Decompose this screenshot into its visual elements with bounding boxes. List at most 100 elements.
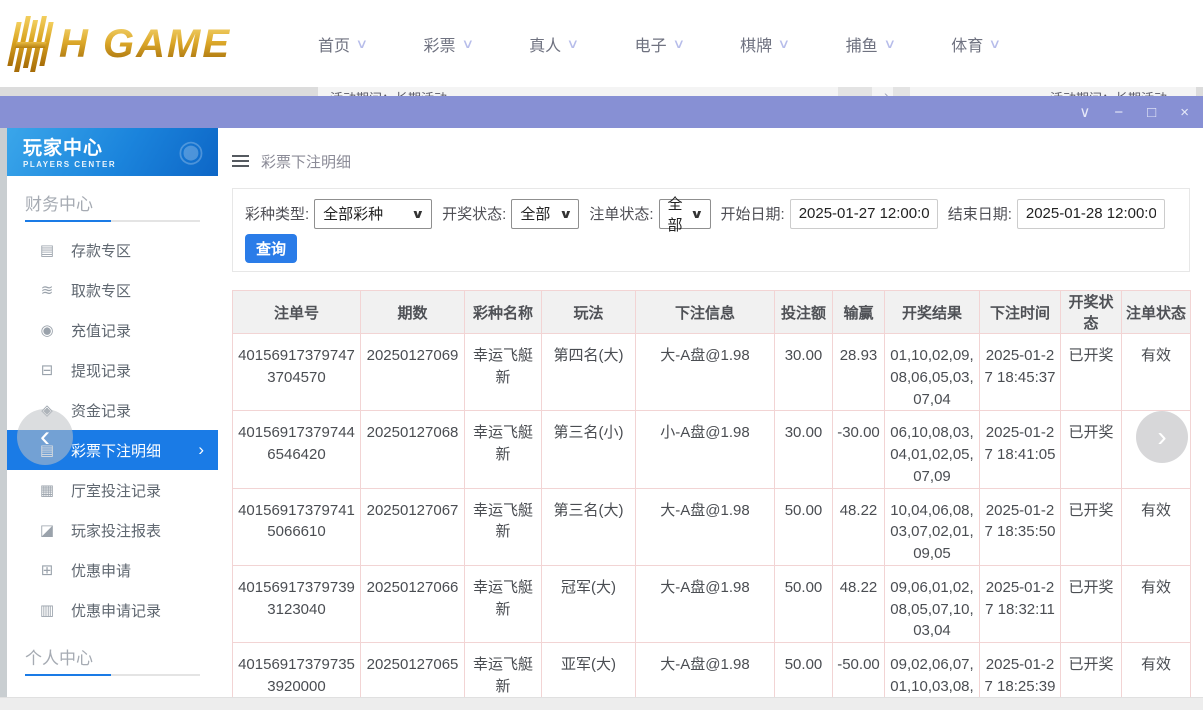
table-cell: 28.93 [833, 334, 885, 411]
maximize-button[interactable]: □ [1147, 105, 1156, 120]
sidebar-item-promo-apply-record[interactable]: ▥优惠申请记录 [7, 590, 218, 630]
table-cell: 已开奖 [1061, 643, 1122, 698]
sidebar-item-label: 优惠申请 [71, 560, 131, 581]
section-underline [25, 220, 200, 222]
table-cell: 48.22 [833, 488, 885, 565]
order-status-select[interactable]: 全部 ∨ [659, 199, 711, 229]
nav-item-7[interactable]: 体育∨ [951, 32, 1000, 56]
chevron-down-icon: ∨ [989, 36, 1002, 52]
breadcrumb: 彩票下注明细 [232, 148, 1203, 174]
sidebar-header: 玩家中心 PLAYERS CENTER ◉ [7, 128, 218, 176]
table-cell: -30.00 [833, 411, 885, 488]
player-bet-report-icon: ◪ [37, 521, 57, 539]
withdraw-hand-icon: ≋ [37, 281, 57, 299]
draw-status-value: 全部 [520, 203, 550, 224]
main-content: 彩票下注明细 彩种类型: 全部彩种 ∨ 开奖状态: 全部 ∨ 注单状态: 全部 … [218, 128, 1203, 697]
sidebar-item-promo-apply[interactable]: ⊞优惠申请 [7, 550, 218, 590]
column-header: 开奖状态 [1061, 291, 1122, 334]
table-cell: 幸运飞艇新 [465, 488, 542, 565]
column-header: 开奖结果 [885, 291, 980, 334]
table-cell: 401569173797393123040 [233, 565, 361, 642]
collapse-button[interactable]: ∨ [1079, 105, 1090, 120]
nav-item-1[interactable]: 首页 ∨ [318, 32, 367, 56]
sidebar-item-label: 资金记录 [71, 400, 131, 421]
nav-item-3[interactable]: 真人 ∨ [529, 32, 578, 56]
top-bar: H GAME 首页∨彩票∨真人∨电子∨棋牌∨捕鱼∨体育∨ [0, 0, 1203, 87]
sidebar-section-title: 个人中心 [25, 644, 218, 668]
close-button[interactable]: × [1180, 105, 1189, 120]
chevron-down-icon: ∨ [355, 36, 368, 52]
sidebar-item-deposit-card[interactable]: ▤ 存款专区 [7, 230, 218, 270]
table-cell: 01,10,02,09,08,06,05,03,07,04 [885, 334, 980, 411]
minimize-button[interactable]: − [1114, 105, 1123, 120]
sidebar-item-player-bet-report[interactable]: ◪玩家投注报表 [7, 510, 218, 550]
lottery-type-label: 彩种类型: [245, 203, 309, 224]
nav-item-label: 首页 [318, 32, 350, 56]
table-cell: 有效 [1122, 334, 1191, 411]
sidebar-item-message-notice[interactable]: ●消息公告 [7, 684, 218, 697]
order-status-value: 全部 [668, 193, 692, 235]
table-cell: 有效 [1122, 488, 1191, 565]
table-cell: 幸运飞艇新 [465, 565, 542, 642]
nav-item-label: 真人 [529, 32, 561, 56]
deposit-card-icon: ▤ [37, 241, 57, 259]
menu-hamburger-icon[interactable] [232, 155, 249, 167]
table-cell: 已开奖 [1061, 334, 1122, 411]
bet-detail-table: 注单号期数彩种名称玩法下注信息投注额输赢开奖结果下注时间开奖状态注单状态 401… [232, 290, 1191, 697]
filter-row: 彩种类型: 全部彩种 ∨ 开奖状态: 全部 ∨ 注单状态: 全部 ∨ 开始日期:… [245, 198, 1177, 229]
logo-bars-icon [6, 16, 55, 72]
carousel-prev-button[interactable]: ‹ [17, 409, 73, 465]
nav-item-5[interactable]: 棋牌∨ [740, 32, 789, 56]
lottery-type-select[interactable]: 全部彩种 ∨ [314, 199, 432, 229]
nav-item-4[interactable]: 电子∨ [635, 32, 684, 56]
carousel-next-button[interactable]: › [1136, 411, 1188, 463]
end-date-input[interactable] [1017, 199, 1165, 229]
main-nav: 首页∨彩票∨真人∨电子∨棋牌∨捕鱼∨体育∨ [318, 0, 1000, 87]
start-date-input[interactable] [790, 199, 938, 229]
table-cell: 已开奖 [1061, 565, 1122, 642]
table-cell: 2025-01-27 18:25:39 [980, 643, 1061, 698]
table-cell: 20250127065 [361, 643, 465, 698]
start-date-label: 开始日期: [721, 203, 785, 224]
table-cell: 大-A盘@1.98 [636, 334, 775, 411]
sidebar-item-label: 取款专区 [71, 280, 131, 301]
column-header: 期数 [361, 291, 465, 334]
query-button[interactable]: 查询 [245, 234, 297, 263]
table-cell: 已开奖 [1061, 488, 1122, 565]
chevron-down-icon: ∨ [566, 36, 579, 52]
nav-item-6[interactable]: 捕鱼∨ [846, 32, 895, 56]
room-bet-record-icon: ▦ [37, 481, 57, 499]
sidebar-item-room-bet-record[interactable]: ▦厅室投注记录 [7, 470, 218, 510]
chevron-down-icon: ∨ [411, 207, 425, 221]
column-header: 下注信息 [636, 291, 775, 334]
nav-item-2[interactable]: 彩票∨ [424, 32, 473, 56]
table-cell: 20250127066 [361, 565, 465, 642]
table-cell: 2025-01-27 18:45:37 [980, 334, 1061, 411]
draw-status-select[interactable]: 全部 ∨ [511, 199, 579, 229]
table-cell: 幸运飞艇新 [465, 643, 542, 698]
sidebar-item-label: 存款专区 [71, 240, 131, 261]
table-cell: 2025-01-27 18:32:11 [980, 565, 1061, 642]
table-cell: 有效 [1122, 565, 1191, 642]
sidebar-item-label: 提现记录 [71, 360, 131, 381]
logo-text: H GAME [59, 22, 231, 67]
table-cell: 401569173797353920000 [233, 643, 361, 698]
gamepad-icon: ◉ [178, 134, 204, 169]
background-block [893, 87, 910, 96]
chevron-right-icon: › [198, 440, 204, 460]
background-text-fragment: 活动期间：长期活动 [330, 88, 447, 96]
column-header: 彩种名称 [465, 291, 542, 334]
sidebar-item-withdraw-record[interactable]: ⊟提现记录 [7, 350, 218, 390]
background-page-strip: 活动期间：长期活动 › 活动期间：长期活动 [0, 87, 1203, 96]
nav-item-label: 棋牌 [740, 32, 772, 56]
table-cell: 幸运飞艇新 [465, 411, 542, 488]
sidebar-item-withdraw-hand[interactable]: ≋ 取款专区 [7, 270, 218, 310]
table-cell: 冠军(大) [542, 565, 636, 642]
background-chevron-fragment: › [884, 87, 889, 96]
brand-logo[interactable]: H GAME [12, 14, 231, 74]
column-header: 投注额 [775, 291, 833, 334]
table-row: 40156917379739312304020250127066幸运飞艇新冠军(… [233, 565, 1191, 642]
background-block [1196, 87, 1203, 96]
sidebar-item-recharge-record[interactable]: ◉充值记录 [7, 310, 218, 350]
table-cell: 亚军(大) [542, 643, 636, 698]
